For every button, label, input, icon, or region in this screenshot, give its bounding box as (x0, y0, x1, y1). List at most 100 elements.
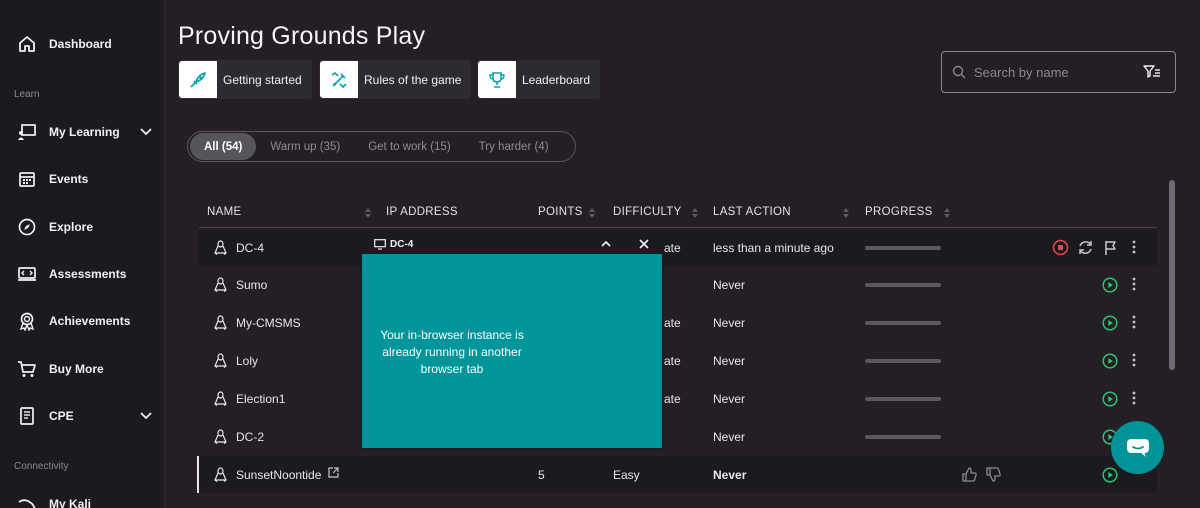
linux-icon (214, 277, 227, 292)
more-options-icon[interactable] (1131, 276, 1137, 292)
difficulty-value: ate (664, 241, 681, 255)
search-input[interactable] (974, 64, 1134, 80)
page-title: Proving Grounds Play (178, 22, 426, 50)
chevron-down-icon[interactable] (139, 125, 153, 139)
search-box (941, 51, 1176, 93)
flag-icon[interactable] (1102, 239, 1119, 256)
sidebar-item-label: Events (49, 172, 89, 186)
thumbs-down-icon[interactable] (985, 466, 1002, 483)
more-options-icon[interactable] (1131, 314, 1137, 330)
linux-icon (214, 353, 227, 368)
machine-name[interactable]: DC-4 (236, 241, 264, 255)
section-label-learn: Learn (14, 89, 40, 100)
table-row[interactable]: SunsetNoontide 5 Easy Never (197, 456, 1157, 493)
sort-icon[interactable] (364, 208, 372, 218)
table-row[interactable]: Sumo Never (199, 266, 1157, 303)
more-options-icon[interactable] (1131, 390, 1137, 406)
leaderboard-button[interactable]: Leaderboard (477, 60, 601, 99)
table-row[interactable]: DC-2 Never (199, 418, 1157, 455)
table-row[interactable]: DC-4 ate less than a minute ago (199, 229, 1157, 266)
sidebar-item-label: My Learning (49, 125, 120, 139)
play-icon[interactable] (1102, 353, 1118, 369)
table-row[interactable]: My-CMSMS ate Never (199, 304, 1157, 341)
chevron-up-icon[interactable] (600, 239, 612, 249)
search-icon (952, 65, 966, 79)
sort-icon[interactable] (588, 208, 596, 218)
play-icon[interactable] (1102, 391, 1118, 407)
sidebar-item-label: CPE (49, 409, 74, 423)
sidebar-item-label: Explore (49, 220, 94, 234)
kali-dragon-icon (16, 493, 38, 508)
sidebar-item-label: My Kali (49, 497, 92, 508)
scrollbar-thumb[interactable] (1169, 180, 1175, 370)
column-header-name[interactable]: NAME (207, 206, 241, 218)
in-browser-instance-popup: DC-4 Your in-browser instance is already… (361, 234, 663, 449)
external-link-icon[interactable] (328, 467, 339, 478)
chevron-down-icon[interactable] (139, 409, 153, 423)
stop-icon[interactable] (1052, 239, 1069, 256)
sidebar-item-label: Buy More (49, 362, 104, 376)
thumbs-up-icon[interactable] (961, 466, 978, 483)
chat-button[interactable] (1111, 421, 1164, 474)
sidebar-item-label: Dashboard (49, 37, 112, 51)
rules-icon (320, 61, 358, 98)
more-options-icon[interactable] (1131, 352, 1137, 368)
tab-all[interactable]: All (54) (190, 133, 257, 160)
points-value: 5 (538, 468, 545, 482)
machine-name[interactable]: Election1 (236, 392, 285, 406)
sidebar-item-assessments[interactable]: Assessments (0, 254, 165, 294)
table-header: NAME IP ADDRESS POINTS DIFFICULTY LAST A… (199, 200, 1157, 228)
sidebar-item-my-learning[interactable]: My Learning (0, 112, 165, 152)
sort-icon[interactable] (842, 208, 850, 218)
sidebar-item-explore[interactable]: Explore (0, 207, 165, 247)
close-icon[interactable] (638, 238, 650, 250)
machine-name[interactable]: Sumo (236, 278, 267, 292)
machine-name[interactable]: My-CMSMS (236, 316, 301, 330)
rocket-icon (179, 61, 217, 98)
sidebar-item-buy-more[interactable]: Buy More (0, 349, 165, 389)
sort-icon[interactable] (691, 208, 699, 218)
sort-icon[interactable] (943, 208, 951, 218)
sidebar-item-achievements[interactable]: Achievements (0, 301, 165, 341)
popup-message: Your in-browser instance is already runn… (380, 328, 524, 376)
table-row[interactable]: Loly ate Never (199, 342, 1157, 379)
column-header-last-action[interactable]: LAST ACTION (713, 206, 791, 218)
column-header-progress[interactable]: PROGRESS (865, 206, 933, 218)
last-action-value: Never (713, 392, 746, 406)
sidebar-item-events[interactable]: Events (0, 159, 165, 199)
machine-name[interactable]: SunsetNoontide (236, 468, 321, 482)
sidebar-item-dashboard[interactable]: Dashboard (0, 24, 165, 64)
section-label-connectivity: Connectivity (14, 461, 69, 472)
rules-of-the-game-button[interactable]: Rules of the game (319, 60, 472, 99)
sidebar-item-cpe[interactable]: CPE (0, 396, 165, 436)
filter-icon[interactable] (1143, 64, 1161, 80)
column-header-points[interactable]: POINTS (538, 206, 583, 218)
tab-try-harder[interactable]: Try harder (4) (465, 133, 563, 160)
machine-name[interactable]: Loly (236, 354, 258, 368)
popup-title: DC-4 (390, 239, 414, 250)
column-header-difficulty[interactable]: DIFFICULTY (613, 206, 682, 218)
progress-bar (865, 321, 941, 325)
revert-icon[interactable] (1077, 239, 1094, 256)
leaderboard-label: Leaderboard (522, 72, 591, 87)
badge-icon (16, 310, 38, 332)
table-row[interactable]: Election1 ate Never (199, 380, 1157, 417)
calendar-icon (16, 168, 38, 190)
linux-icon (214, 391, 227, 406)
tab-get-to-work[interactable]: Get to work (15) (354, 133, 464, 160)
more-options-icon[interactable] (1131, 239, 1137, 255)
last-action-value: Never (713, 468, 747, 482)
monitor-icon (374, 239, 386, 250)
sidebar-item-my-kali[interactable]: My Kali (0, 484, 165, 508)
sidebar-item-label: Assessments (49, 267, 127, 281)
getting-started-button[interactable]: Getting started (178, 60, 312, 99)
machine-name[interactable]: DC-2 (236, 430, 264, 444)
progress-bar (865, 397, 941, 401)
tab-warm-up[interactable]: Warm up (35) (256, 133, 354, 160)
column-header-ip[interactable]: IP ADDRESS (386, 206, 458, 218)
play-icon[interactable] (1102, 277, 1118, 293)
play-icon[interactable] (1102, 467, 1118, 483)
popup-title-bar[interactable]: DC-4 (362, 235, 662, 254)
linux-icon (214, 429, 227, 444)
play-icon[interactable] (1102, 315, 1118, 331)
